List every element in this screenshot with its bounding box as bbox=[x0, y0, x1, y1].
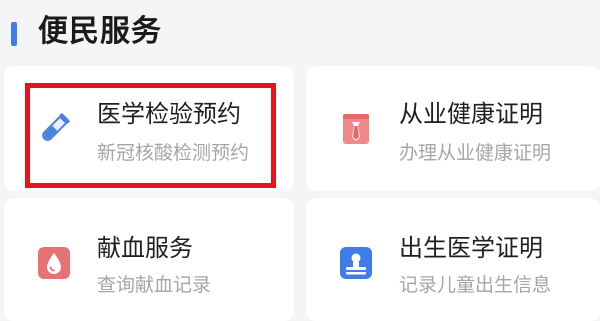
id-badge-icon bbox=[338, 111, 374, 147]
service-title: 献血服务 bbox=[97, 234, 193, 262]
service-title: 医学检验预约 bbox=[97, 100, 241, 128]
service-card-health-certificate[interactable]: 从业健康证明 办理从业健康证明 bbox=[306, 66, 600, 191]
section-accent-bar bbox=[11, 22, 17, 46]
service-subtitle: 新冠核酸检测预约 bbox=[97, 142, 250, 164]
service-subtitle: 查询献血记录 bbox=[97, 274, 212, 296]
test-tube-icon bbox=[36, 111, 72, 147]
service-card-birth-certificate[interactable]: 出生医学证明 记录儿童出生信息 bbox=[306, 198, 600, 321]
section-title: 便民服务 bbox=[38, 14, 162, 49]
service-title: 从业健康证明 bbox=[399, 100, 543, 128]
service-card-blood-donation[interactable]: 献血服务 查询献血记录 bbox=[4, 198, 294, 321]
service-subtitle: 记录儿童出生信息 bbox=[399, 274, 552, 296]
service-card-medical-test[interactable]: 医学检验预约 新冠核酸检测预约 bbox=[4, 66, 294, 191]
service-subtitle: 办理从业健康证明 bbox=[399, 142, 552, 164]
birth-certificate-icon bbox=[338, 245, 374, 281]
blood-drop-icon bbox=[36, 245, 72, 281]
service-title: 出生医学证明 bbox=[399, 234, 543, 262]
section-header: 便民服务 bbox=[0, 0, 600, 64]
